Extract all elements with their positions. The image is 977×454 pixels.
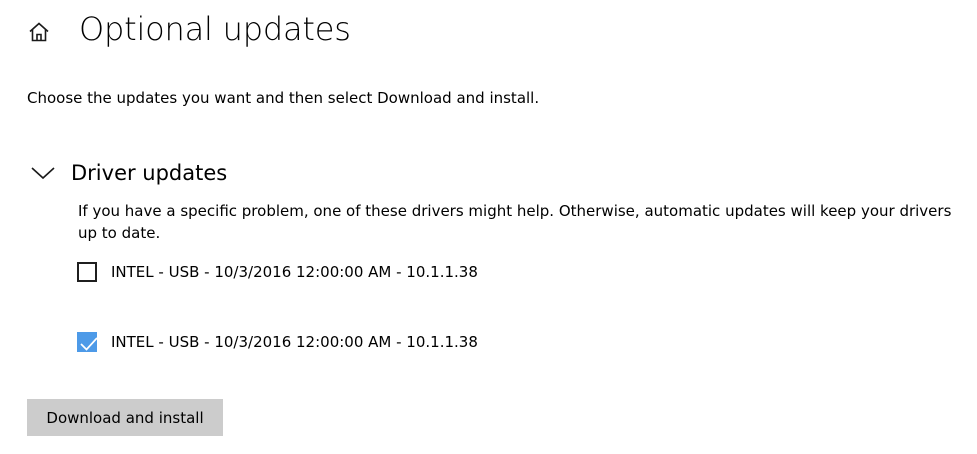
checkbox-checked[interactable] xyxy=(77,332,98,352)
home-icon[interactable] xyxy=(27,20,51,44)
update-label: INTEL - USB - 10/3/2016 12:00:00 AM - 10… xyxy=(111,333,478,351)
driver-updates-toggle[interactable]: Driver updates xyxy=(30,156,227,190)
page-title: Optional updates xyxy=(79,10,351,48)
update-label: INTEL - USB - 10/3/2016 12:00:00 AM - 10… xyxy=(111,263,478,281)
update-item[interactable]: INTEL - USB - 10/3/2016 12:00:00 AM - 10… xyxy=(77,329,478,355)
download-and-install-button[interactable]: Download and install xyxy=(27,399,223,436)
checkmark-icon xyxy=(80,337,98,351)
section-description: If you have a specific problem, one of t… xyxy=(78,202,952,242)
section-title: Driver updates xyxy=(71,161,228,185)
page-description: Choose the updates you want and then sel… xyxy=(27,89,540,107)
update-item[interactable]: INTEL - USB - 10/3/2016 12:00:00 AM - 10… xyxy=(77,259,478,285)
checkbox-unchecked[interactable] xyxy=(77,262,97,282)
chevron-down-icon xyxy=(30,165,56,181)
